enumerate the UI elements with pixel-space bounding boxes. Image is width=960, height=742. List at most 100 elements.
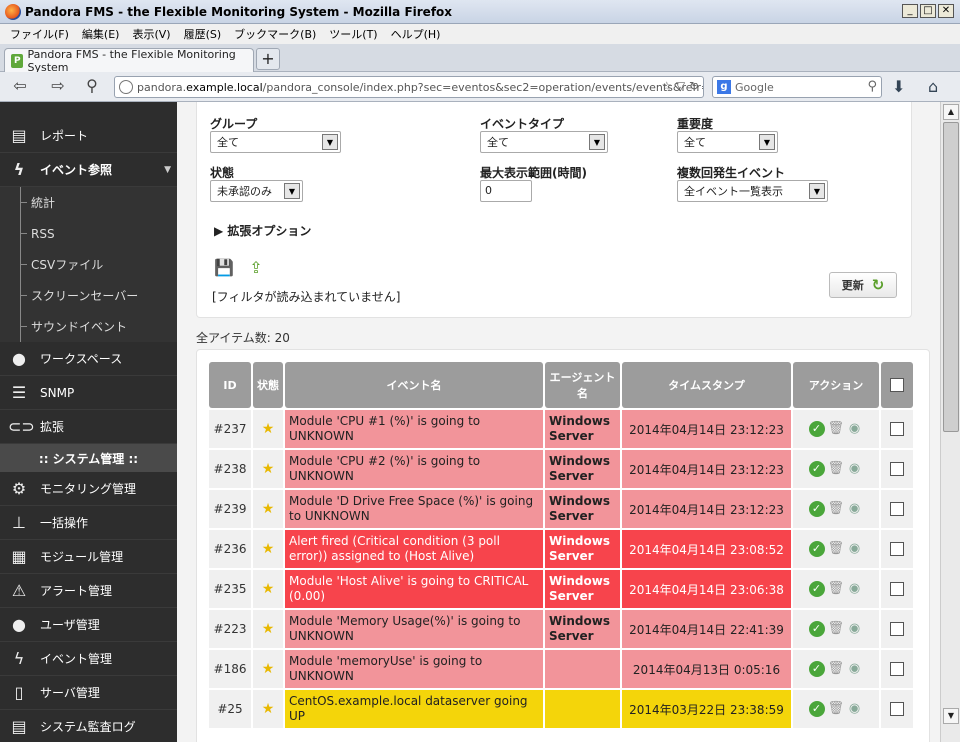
row-checkbox[interactable] xyxy=(890,502,904,517)
page-scrollbar[interactable]: ▲ ▼ xyxy=(940,102,960,742)
validate-check-icon[interactable]: ✓ xyxy=(808,701,825,717)
trash-icon[interactable]: 🗑 xyxy=(828,701,845,717)
row-checkbox[interactable] xyxy=(890,542,904,557)
event-name[interactable]: Module 'Memory Usage(%)' is going to UNK… xyxy=(285,610,543,648)
event-name[interactable]: Module 'CPU #2 (%)' is going to UNKNOWN xyxy=(285,450,543,488)
identity-icon[interactable]: ⚲ xyxy=(80,76,104,95)
group-select[interactable]: 全て ▼ xyxy=(210,131,341,153)
load-filter-icon[interactable]: ⇪ xyxy=(246,258,266,278)
header-event-name[interactable]: イベント名 xyxy=(285,362,543,408)
close-button[interactable]: ✕ xyxy=(938,4,954,18)
event-name[interactable]: Alert fired (Critical condition (3 poll … xyxy=(285,530,543,568)
trash-icon[interactable]: 🗑 xyxy=(828,461,845,477)
eye-icon[interactable]: ◉ xyxy=(846,461,864,476)
sidebar-subitem-sound-events[interactable]: サウンドイベント xyxy=(0,311,177,342)
sidebar-item-alert-admin[interactable]: ⚠ アラート管理 xyxy=(0,574,177,608)
trash-icon[interactable]: 🗑 xyxy=(828,501,845,517)
agent-name[interactable] xyxy=(545,650,620,688)
row-checkbox[interactable] xyxy=(890,662,904,677)
scroll-down-icon[interactable]: ▼ xyxy=(943,708,959,724)
agent-name[interactable]: Windows Server xyxy=(545,490,620,528)
event-name[interactable]: Module 'D Drive Free Space (%)' is going… xyxy=(285,490,543,528)
validate-check-icon[interactable]: ✓ xyxy=(808,541,825,557)
row-checkbox[interactable] xyxy=(890,582,904,597)
sidebar-item-user-admin[interactable]: ● ユーザ管理 xyxy=(0,608,177,642)
google-icon[interactable]: g xyxy=(717,80,731,94)
agent-name[interactable]: Windows Server xyxy=(545,570,620,608)
max-hours-input[interactable]: 0 xyxy=(480,180,532,202)
scroll-thumb[interactable] xyxy=(943,122,959,432)
download-icon[interactable]: ⬇ xyxy=(892,77,905,96)
agent-name[interactable]: Windows Server xyxy=(545,410,620,448)
header-select-all[interactable] xyxy=(881,362,913,408)
header-id[interactable]: ID xyxy=(209,362,251,408)
table-row[interactable]: #235 ★ Module 'Host Alive' is going to CRI… xyxy=(209,570,913,608)
menu-file[interactable]: ファイル(F) xyxy=(10,26,69,42)
sidebar-item-snmp[interactable]: ☰ SNMP xyxy=(0,376,177,410)
back-icon[interactable]: ⇦ xyxy=(8,76,32,95)
event-type-select[interactable]: 全て ▼ xyxy=(480,131,608,153)
sidebar-subitem-screensaver[interactable]: スクリーンセーバー xyxy=(0,280,177,311)
row-checkbox[interactable] xyxy=(890,422,904,437)
trash-icon[interactable]: 🗑 xyxy=(828,421,845,437)
validate-check-icon[interactable]: ✓ xyxy=(808,661,825,677)
sidebar-item-workspace[interactable]: ● ワークスペース xyxy=(0,342,177,376)
sidebar-item-bulk-operations[interactable]: ⊥ 一括操作 xyxy=(0,506,177,540)
maximize-button[interactable]: □ xyxy=(920,4,936,18)
sidebar-item-report[interactable]: ▤ レポート xyxy=(0,119,177,153)
header-timestamp[interactable]: タイムスタンプ xyxy=(622,362,791,408)
agent-name[interactable]: Windows Server xyxy=(545,610,620,648)
event-name[interactable]: Module 'Host Alive' is going to CRITICAL… xyxy=(285,570,543,608)
trash-icon[interactable]: 🗑 xyxy=(828,621,845,637)
search-icon[interactable]: ⚲ xyxy=(867,79,877,94)
agent-name[interactable]: Windows Server xyxy=(545,450,620,488)
row-checkbox[interactable] xyxy=(890,622,904,637)
table-row[interactable]: #223 ★ Module 'Memory Usage(%)' is going t… xyxy=(209,610,913,648)
validate-check-icon[interactable]: ✓ xyxy=(808,581,825,597)
severity-select[interactable]: 全て ▼ xyxy=(677,131,778,153)
header-status[interactable]: 状態 xyxy=(253,362,283,408)
sidebar-item-server-admin[interactable]: ▯ サーバ管理 xyxy=(0,676,177,710)
trash-icon[interactable]: 🗑 xyxy=(828,661,845,677)
menu-view[interactable]: 表示(V) xyxy=(132,26,170,42)
menu-help[interactable]: ヘルプ(H) xyxy=(391,26,441,42)
menu-bookmarks[interactable]: ブックマーク(B) xyxy=(234,26,316,42)
forward-icon[interactable]: ⇨ xyxy=(46,76,70,95)
new-tab-button[interactable]: + xyxy=(256,48,280,70)
eye-icon[interactable]: ◉ xyxy=(846,421,864,436)
table-row[interactable]: #186 ★ Module 'memoryUse' is going to UNKN… xyxy=(209,650,913,688)
eye-icon[interactable]: ◉ xyxy=(846,501,864,516)
sidebar-item-extensions[interactable]: ⊂⊃ 拡張 xyxy=(0,410,177,444)
search-bar[interactable]: g Google ⚲ xyxy=(712,76,882,98)
sidebar-subitem-stats[interactable]: 統計 xyxy=(0,187,177,218)
header-agent-name[interactable]: エージェント名 xyxy=(545,362,620,408)
table-row[interactable]: #25 ★ CentOS.example.local dataserver goin… xyxy=(209,690,913,728)
validate-check-icon[interactable]: ✓ xyxy=(808,621,825,637)
eye-icon[interactable]: ◉ xyxy=(846,581,864,596)
bookmark-star-icon[interactable]: ☆ ▽ ↻ xyxy=(661,79,699,93)
sidebar-item-audit-log[interactable]: ▤ システム監査ログ xyxy=(0,710,177,742)
table-row[interactable]: #236 ★ Alert fired (Critical condition (3 … xyxy=(209,530,913,568)
trash-icon[interactable]: 🗑 xyxy=(828,581,845,597)
home-icon[interactable]: ⌂ xyxy=(928,77,938,96)
event-name[interactable]: CentOS.example.local dataserver going UP xyxy=(285,690,543,728)
scroll-up-icon[interactable]: ▲ xyxy=(943,104,959,120)
menu-edit[interactable]: 編集(E) xyxy=(82,26,120,42)
update-button[interactable]: 更新 ↻ xyxy=(829,272,897,298)
validate-check-icon[interactable]: ✓ xyxy=(808,461,825,477)
sidebar-item-monitoring-admin[interactable]: ⚙ モニタリング管理 xyxy=(0,472,177,506)
eye-icon[interactable]: ◉ xyxy=(846,661,864,676)
sidebar-subitem-csv[interactable]: CSVファイル xyxy=(0,249,177,280)
select-all-checkbox[interactable] xyxy=(890,378,904,392)
eye-icon[interactable]: ◉ xyxy=(846,701,864,716)
validate-check-icon[interactable]: ✓ xyxy=(808,421,825,437)
table-row[interactable]: #238 ★ Module 'CPU #2 (%)' is going to UNK… xyxy=(209,450,913,488)
browser-tab[interactable]: P Pandora FMS - the Flexible Monitoring … xyxy=(4,48,254,74)
advanced-options-toggle[interactable]: ▶ 拡張オプション xyxy=(214,222,311,239)
trash-icon[interactable]: 🗑 xyxy=(828,541,845,557)
validate-check-icon[interactable]: ✓ xyxy=(808,501,825,517)
menu-history[interactable]: 履歴(S) xyxy=(184,26,222,42)
minimize-button[interactable]: _ xyxy=(902,4,918,18)
sidebar-item-event-view[interactable]: ϟ イベント参照 ▼ xyxy=(0,153,177,187)
agent-name[interactable]: Windows Server xyxy=(545,530,620,568)
